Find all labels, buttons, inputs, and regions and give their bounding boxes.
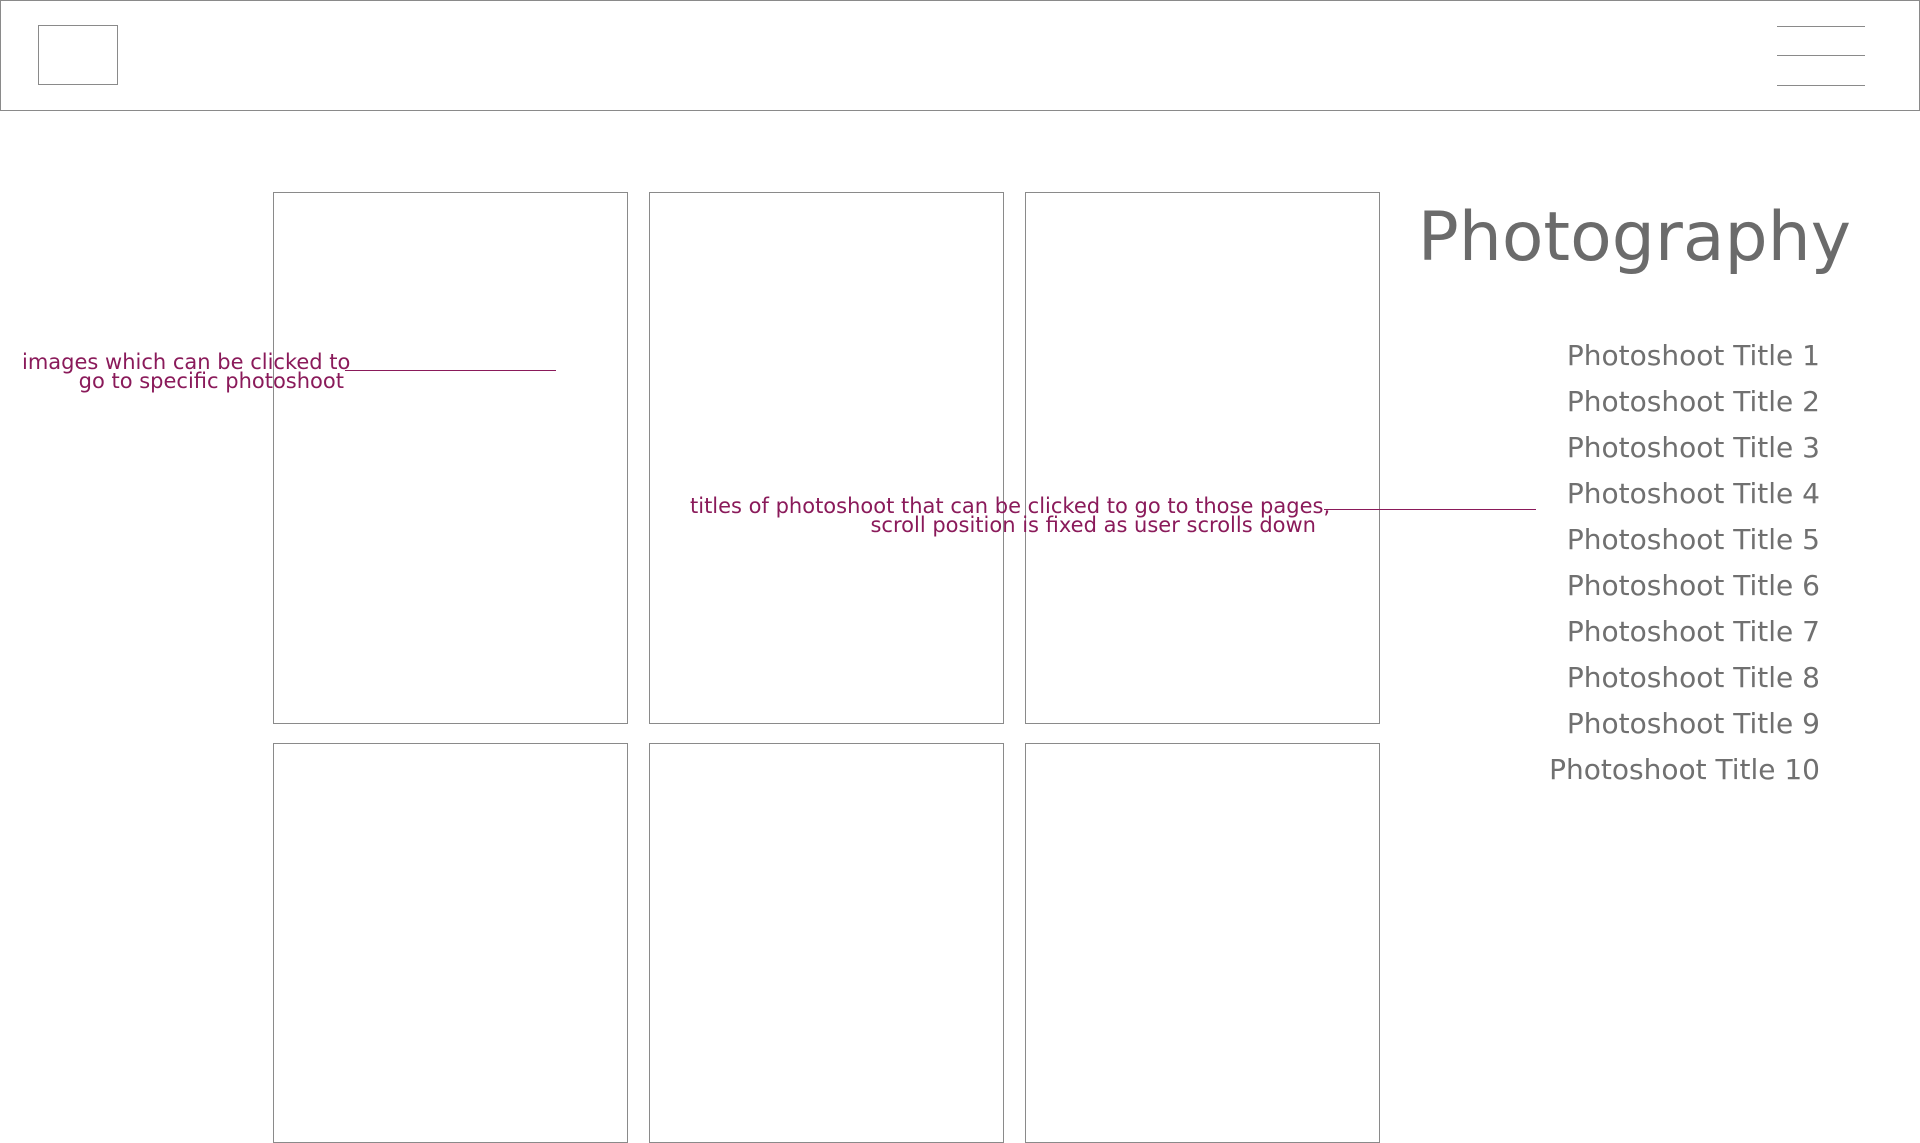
hamburger-line — [1777, 55, 1865, 56]
photoshoot-image-tile[interactable] — [649, 743, 1004, 1143]
hamburger-line — [1777, 85, 1865, 86]
photoshoot-image-tile[interactable] — [273, 743, 628, 1143]
annotation-images: images which can be clicked to go to spe… — [22, 352, 350, 393]
photoshoot-title-link[interactable]: Photoshoot Title 7 — [1549, 609, 1820, 655]
photoshoot-title-link[interactable]: Photoshoot Title 5 — [1549, 517, 1820, 563]
photoshoot-title-link[interactable]: Photoshoot Title 10 — [1549, 747, 1820, 793]
page-title: Photography — [1417, 198, 1851, 277]
site-header — [0, 0, 1920, 111]
photoshoot-title-link[interactable]: Photoshoot Title 3 — [1549, 425, 1820, 471]
photoshoot-title-link[interactable]: Photoshoot Title 4 — [1549, 471, 1820, 517]
photoshoot-title-link[interactable]: Photoshoot Title 6 — [1549, 563, 1820, 609]
annotation-titles: titles of photoshoot that can be clicked… — [690, 496, 1330, 537]
annotation-titles-pointer — [1324, 509, 1536, 510]
photoshoot-title-link[interactable]: Photoshoot Title 8 — [1549, 655, 1820, 701]
photoshoot-title-list: Photoshoot Title 1 Photoshoot Title 2 Ph… — [1549, 333, 1820, 793]
hamburger-menu-icon[interactable] — [1777, 25, 1865, 87]
annotation-images-pointer — [345, 370, 556, 371]
photoshoot-image-tile[interactable] — [649, 192, 1004, 724]
photoshoot-title-link[interactable]: Photoshoot Title 9 — [1549, 701, 1820, 747]
photoshoot-image-tile[interactable] — [1025, 192, 1380, 724]
hamburger-line — [1777, 26, 1865, 27]
photoshoot-title-link[interactable]: Photoshoot Title 2 — [1549, 379, 1820, 425]
annotation-titles-line2: scroll position is fixed as user scrolls… — [870, 513, 1316, 537]
photoshoot-image-tile[interactable] — [1025, 743, 1380, 1143]
photoshoot-title-link[interactable]: Photoshoot Title 1 — [1549, 333, 1820, 379]
logo-placeholder[interactable] — [38, 25, 118, 85]
photoshoot-image-tile[interactable] — [273, 192, 628, 724]
annotation-images-line2: go to specific photoshoot — [78, 369, 344, 393]
